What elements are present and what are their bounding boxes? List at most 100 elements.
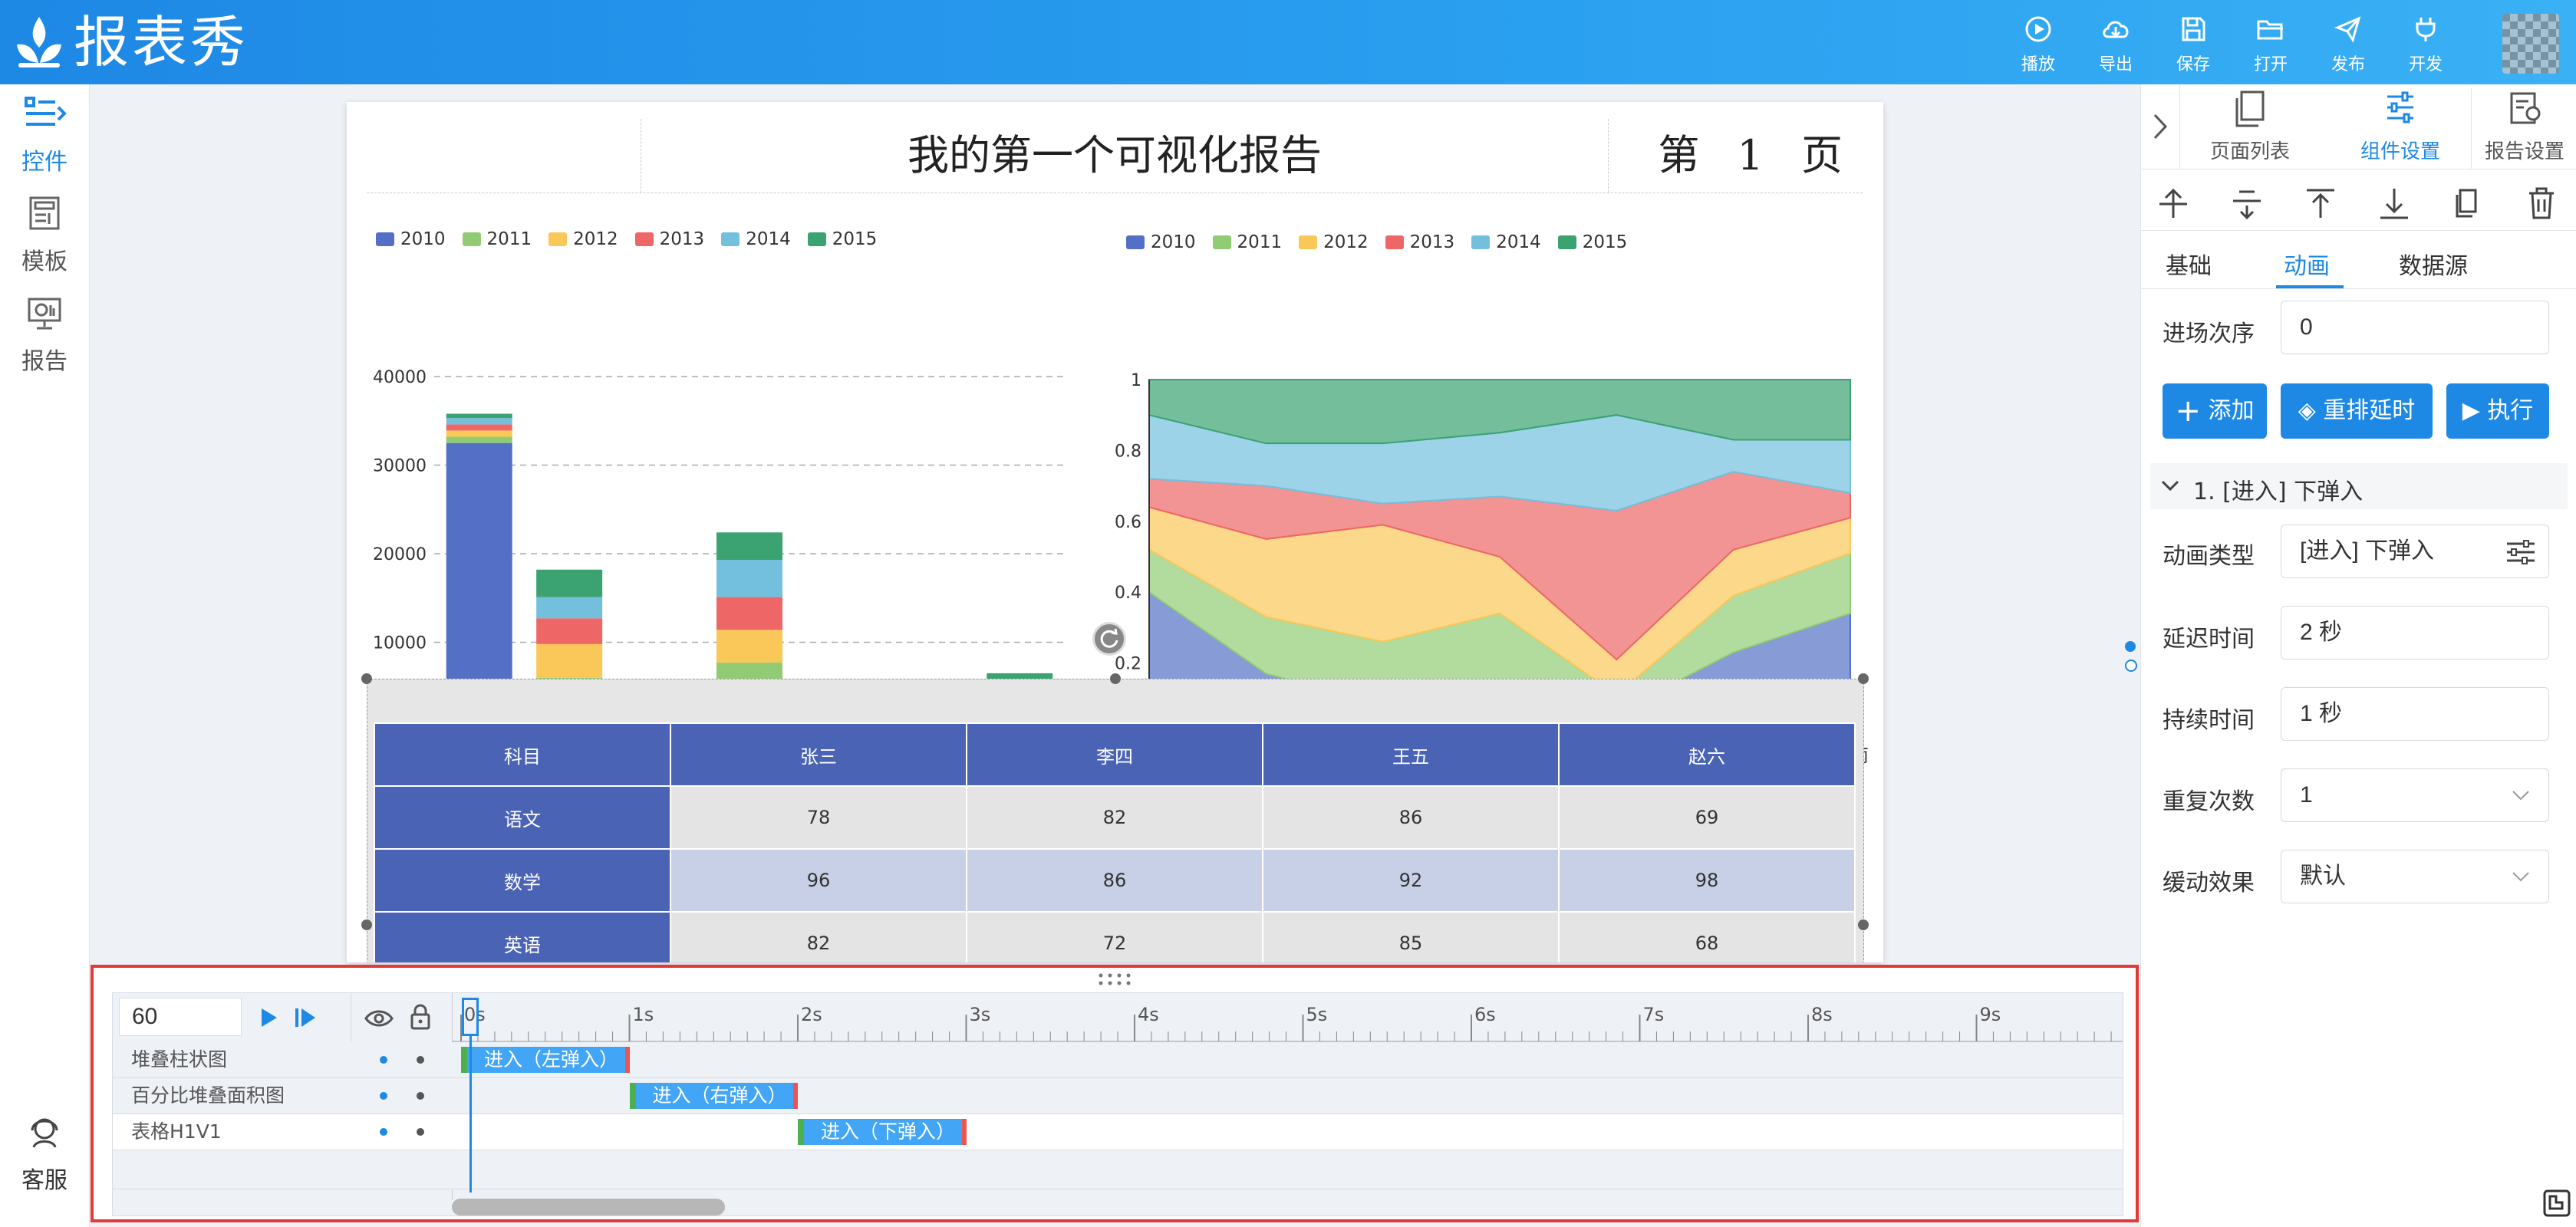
subtab-animation[interactable]: 动画	[2284, 247, 2330, 281]
bar-segment[interactable]	[536, 597, 603, 619]
timeline-track-row[interactable]: 百分比堆叠面积图 进入（右弹入）	[113, 1078, 2123, 1114]
legend-item[interactable]: 2010	[1126, 232, 1196, 252]
bar-segment[interactable]	[716, 597, 782, 630]
run-animation-button[interactable]: ▶ 执行	[2446, 383, 2549, 439]
timeline-scrollbar[interactable]	[452, 1199, 725, 1215]
reorder-delay-button[interactable]: ◈ 重排延时	[2281, 383, 2433, 439]
sidebar-item-templates[interactable]: 模板	[0, 193, 89, 276]
resize-handle[interactable]	[361, 673, 372, 684]
legend-item[interactable]: 2013	[634, 229, 705, 249]
plug-icon	[2416, 18, 2436, 41]
collapse-panel-button[interactable]	[2141, 84, 2180, 169]
resize-handle[interactable]	[1858, 919, 1869, 930]
align-horizontal-center-icon[interactable]	[2233, 190, 2261, 220]
panel-dot[interactable]	[2125, 641, 2136, 652]
animation-timeline: 60 0s 1s 2s 3s 4s 5s 6s 7s 8s 9s 堆叠柱状图 进入（左弹入） 百分…	[91, 965, 2139, 1222]
legend-item[interactable]: 2012	[1299, 232, 1369, 252]
tab-page-list[interactable]: 页面列表	[2181, 87, 2319, 164]
easing-select[interactable]: 默认	[2281, 850, 2549, 903]
avatar[interactable]	[2502, 14, 2559, 74]
rotate-handle[interactable]	[1092, 622, 1126, 656]
timeline-track-row[interactable]: 表格H1V1 进入（下弹入）	[113, 1114, 2123, 1150]
timeline-track-row[interactable]: 堆叠柱状图 进入（左弹入）	[113, 1042, 2123, 1078]
legend-item[interactable]: 2015	[1557, 232, 1627, 252]
legend-item[interactable]: 2011	[1212, 232, 1282, 252]
play-button[interactable]: 播放	[2008, 15, 2069, 75]
subtab-datasource[interactable]: 数据源	[2399, 247, 2468, 281]
bar-segment[interactable]	[446, 418, 512, 425]
drag-handle-icon[interactable]	[1097, 971, 1132, 988]
page-number[interactable]: 第 1 页	[1658, 119, 1855, 192]
legend-item[interactable]: 2011	[462, 229, 532, 249]
legend-item[interactable]: 2014	[721, 229, 791, 249]
legend-item[interactable]: 2012	[548, 229, 618, 249]
resize-handle[interactable]	[1858, 673, 1869, 684]
subtab-basic[interactable]: 基础	[2166, 247, 2212, 281]
delay-input[interactable]: 2 秒	[2281, 606, 2549, 660]
customer-service-button[interactable]: 客服	[0, 1112, 89, 1195]
bar-segment[interactable]	[716, 630, 782, 663]
bar-segment[interactable]	[536, 618, 603, 644]
develop-button[interactable]: 开发	[2395, 15, 2456, 75]
legend-item[interactable]: 2010	[376, 229, 446, 249]
visibility-dot[interactable]	[380, 1092, 387, 1100]
bar-segment[interactable]	[716, 560, 782, 597]
step-play-icon[interactable]	[294, 1007, 317, 1028]
export-button[interactable]: 导出	[2085, 15, 2146, 75]
open-button[interactable]: 打开	[2240, 15, 2301, 75]
ruler-label: 3s	[970, 1004, 991, 1025]
resize-handle[interactable]	[361, 919, 372, 930]
tab-report-settings[interactable]: 报告设置	[2471, 87, 2576, 169]
add-animation-button[interactable]: + 添加	[2163, 383, 2267, 439]
report-page[interactable]: 我的第一个可视化报告 第 1 页 2010 2011 2012 2013 2014 201…	[347, 102, 1883, 962]
animation-bar[interactable]: 进入（左弹入）	[461, 1047, 630, 1073]
score-table-container[interactable]: 科目 张三 李四 王五 赵六 语文 78 82 86 69 数学 96 86 9…	[367, 679, 1864, 962]
sidebar-item-reports[interactable]: 报告	[0, 293, 89, 376]
panel-dot[interactable]	[2125, 660, 2137, 672]
fullscreen-icon[interactable]	[2542, 1189, 2571, 1218]
copy-icon[interactable]	[2456, 189, 2477, 218]
table-cell: 78	[670, 785, 967, 850]
eye-icon[interactable]	[364, 1008, 394, 1028]
align-bottom-icon[interactable]	[2380, 189, 2408, 219]
lock-dot[interactable]	[417, 1128, 424, 1136]
legend-item[interactable]: 2015	[807, 229, 877, 249]
resize-handle[interactable]	[1110, 673, 1121, 684]
time-ruler[interactable]: 0s 1s 2s 3s 4s 5s 6s 7s 8s 9s	[452, 993, 2123, 1042]
bar-segment[interactable]	[536, 643, 603, 678]
legend-label: 2013	[659, 229, 705, 249]
legend-item[interactable]: 2013	[1385, 232, 1455, 252]
align-top-icon[interactable]	[2307, 189, 2334, 218]
visibility-dot[interactable]	[380, 1128, 387, 1136]
sidebar-item-widgets[interactable]: 控件	[0, 94, 89, 176]
fps-input[interactable]: 60	[119, 998, 242, 1036]
publish-button[interactable]: 发布	[2317, 15, 2379, 75]
repeat-select[interactable]: 1	[2281, 768, 2549, 822]
bar-segment[interactable]	[536, 569, 603, 597]
align-vertical-center-icon[interactable]	[2159, 188, 2187, 218]
entry-order-input[interactable]: 0	[2281, 301, 2549, 354]
save-button[interactable]: 保存	[2163, 15, 2224, 75]
lock-icon[interactable]	[409, 1004, 432, 1030]
animation-type-select[interactable]: [进入] 下弹入	[2281, 525, 2549, 578]
lock-dot[interactable]	[417, 1056, 424, 1064]
play-icon[interactable]	[259, 1007, 278, 1028]
bar-segment[interactable]	[446, 436, 512, 443]
bar-segment[interactable]	[716, 532, 782, 561]
legend-item[interactable]: 2014	[1471, 232, 1541, 252]
lock-dot[interactable]	[417, 1092, 424, 1100]
animation-item-header[interactable]: 1. [进入] 下弹入	[2150, 463, 2568, 509]
animation-bar[interactable]: 进入（下弹入）	[798, 1119, 967, 1145]
bar-segment[interactable]	[446, 430, 512, 437]
playhead-handle[interactable]	[462, 998, 479, 1036]
bar-segment[interactable]	[446, 424, 512, 431]
tab-component-settings[interactable]: 组件设置	[2330, 87, 2471, 169]
ruler-label: 2s	[801, 1004, 822, 1025]
bar-segment[interactable]	[446, 413, 512, 419]
animation-bar[interactable]: 进入（右弹入）	[629, 1083, 798, 1109]
delete-icon[interactable]	[2529, 187, 2554, 219]
report-title[interactable]: 我的第一个可视化报告	[367, 119, 1863, 192]
legend-label: 2013	[1409, 232, 1455, 252]
duration-input[interactable]: 1 秒	[2281, 687, 2549, 741]
visibility-dot[interactable]	[380, 1056, 387, 1064]
